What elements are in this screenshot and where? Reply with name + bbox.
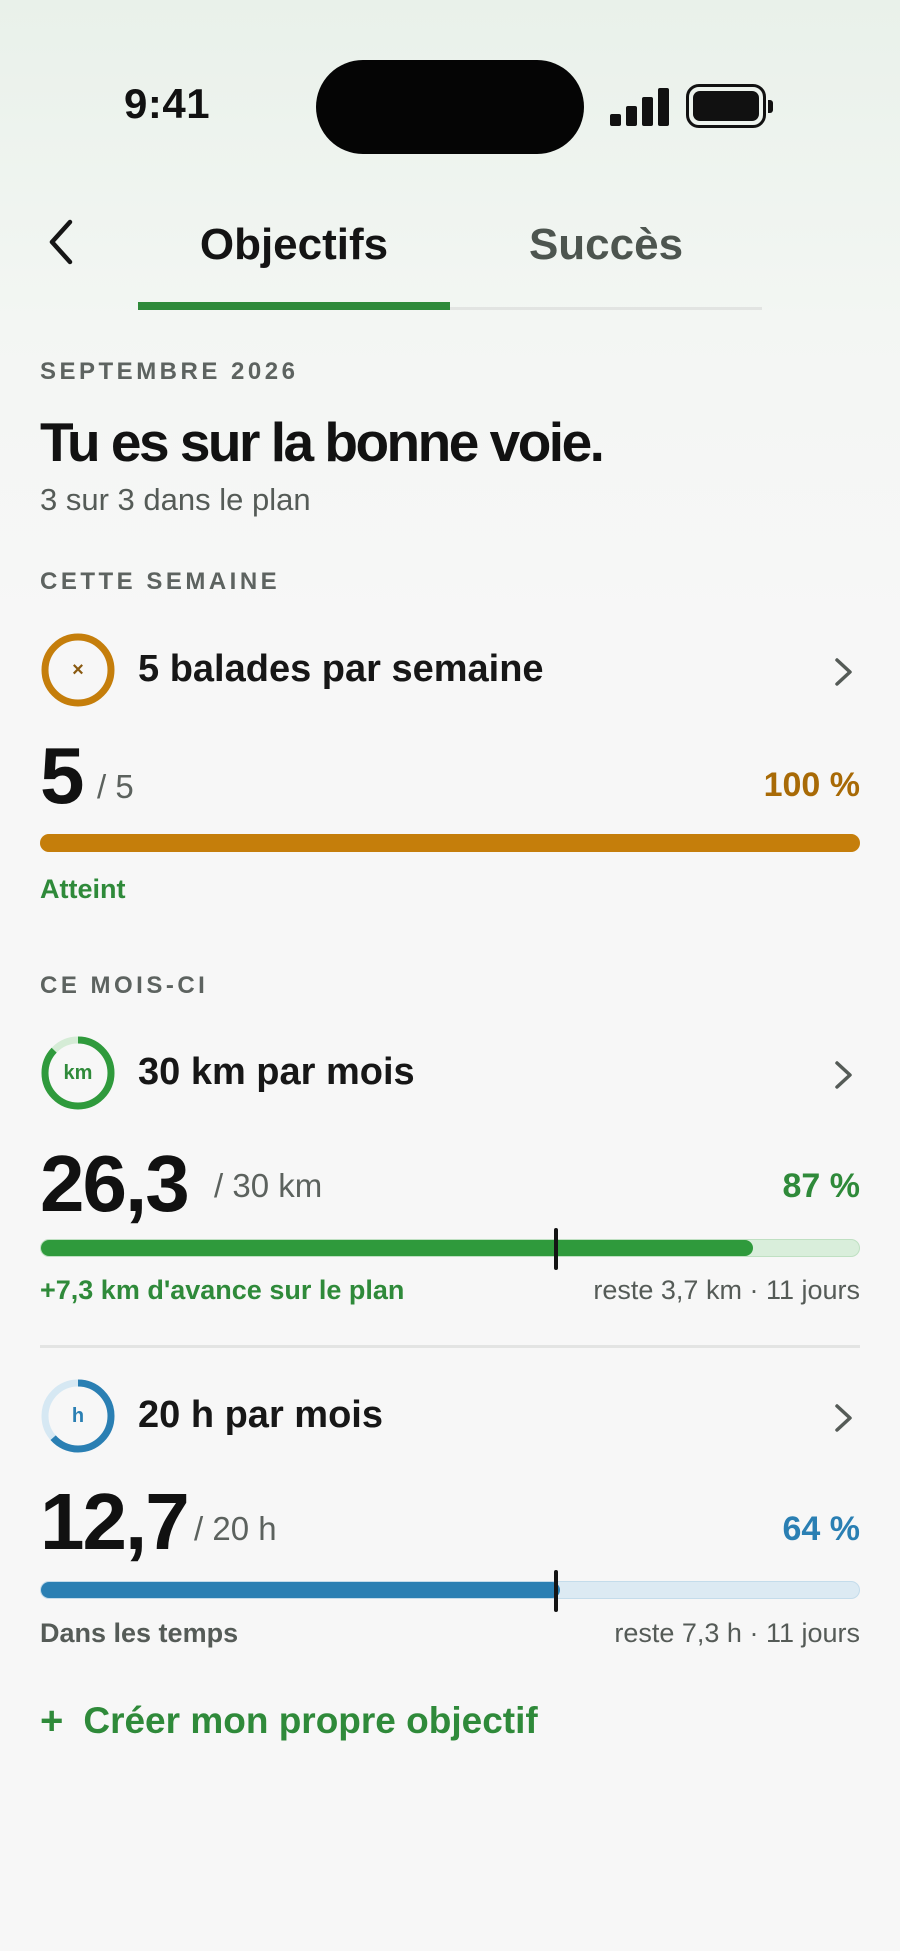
battery-icon [686,84,773,128]
goal-card-header[interactable]: h 20 h par mois [40,1378,860,1458]
section-label-week: CETTE SEMAINE [40,568,281,595]
goal-status: Dans les temps [40,1618,239,1648]
chevron-right-icon [835,1061,852,1089]
goal-remaining: reste 3,7 km · 11 jours [593,1275,860,1305]
create-goal-button[interactable]: + Créer mon propre objectif [40,1700,538,1742]
goal-status: +7,3 km d'avance sur le plan [40,1275,405,1305]
goal-title: 30 km par mois [138,1051,415,1093]
chevron-right-icon [835,1404,852,1432]
goal-progress-fill [40,834,860,852]
close-icon: × [72,658,84,681]
goal-card-header[interactable]: km 30 km par mois [40,1035,860,1115]
goal-target: / 5 [97,768,134,805]
plan-marker [554,1228,558,1270]
summary-headline: Tu es sur la bonne voie. [40,411,605,473]
period-label: SEPTEMBRE 2026 [40,358,299,385]
goal-progress-fill [41,1240,753,1256]
tab-succes[interactable]: Succès [450,220,762,310]
status-time: 9:41 [124,80,211,127]
km-icon: km [63,1061,93,1084]
chevron-left-icon [49,219,73,265]
status-bar: 9:41 [0,0,900,154]
goal-value: 26,3 [40,1139,190,1228]
tab-bar: Objectifs Succès [138,220,762,310]
summary-subline: 3 sur 3 dans le plan [40,482,311,517]
goal-target: / 20 h [194,1510,277,1547]
goal-percent: 87 % [782,1167,861,1205]
tab-active-indicator [138,302,450,310]
plus-icon: + [40,1699,64,1743]
signal-icon [610,88,672,126]
goal-title: 5 balades par semaine [138,648,544,690]
goal-percent: 100 % [763,766,860,804]
goal-card-time: h 20 h par mois 12,7 / 20 h 64 % Dans le… [40,1378,860,1658]
tab-objectifs[interactable]: Objectifs [138,220,450,310]
tab-label: Objectifs [199,220,389,269]
distance-progress-ring: km [40,1035,116,1111]
chevron-right-icon [835,658,852,686]
goal-progress-bar [40,834,860,852]
goal-target: / 30 km [214,1167,323,1204]
time-progress-ring: h [40,1378,116,1454]
hour-icon: h [71,1404,85,1427]
goal-progress-bar [40,1228,860,1270]
goal-value: 12,7 [40,1477,190,1566]
goal-status: Atteint [40,874,126,904]
walk-progress-ring: × [40,632,116,708]
tab-label: Succès [528,220,684,269]
goal-card-walks: × 5 balades par semaine 5 / 5 100 % Atte… [40,632,860,912]
create-goal-label: Créer mon propre objectif [83,1700,538,1741]
goal-value: 5 [40,731,84,820]
goal-remaining: reste 7,3 h · 11 jours [614,1618,860,1648]
dynamic-island [316,60,584,154]
divider [40,1345,860,1348]
goal-card-header[interactable]: × 5 balades par semaine [40,632,860,712]
goal-percent: 64 % [782,1510,861,1548]
section-label-month: CE MOIS-CI [40,972,209,999]
plan-marker [554,1570,558,1612]
goal-card-distance: km 30 km par mois 26,3 / 30 km 87 % +7,3… [40,1035,860,1315]
goal-title: 20 h par mois [138,1394,383,1436]
goal-progress-bar [40,1570,860,1612]
goal-progress-fill [41,1582,561,1598]
back-button[interactable] [36,212,86,272]
